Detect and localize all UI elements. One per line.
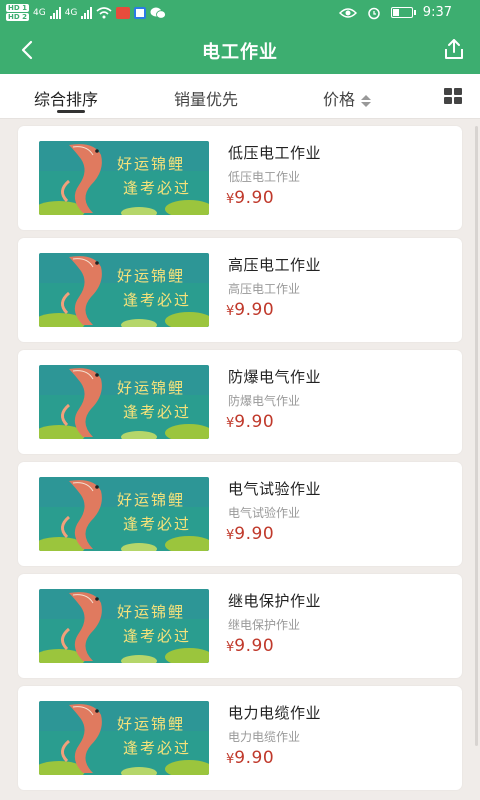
product-name: 继电保护作业 [228,592,322,610]
product-card-6[interactable]: 好运锦鲤 逢考必过 电力电缆作业 电力电缆作业 ¥9.90 [18,686,462,790]
svg-text:逢考必过: 逢考必过 [123,291,191,309]
share-button[interactable] [440,36,468,64]
app-notification-icon [116,6,131,19]
status-bar: HD 1 HD 2 4G 4G 9:37 [0,0,480,26]
svg-text:好运锦鲤: 好运锦鲤 [117,491,185,509]
svg-text:好运锦鲤: 好运锦鲤 [117,267,185,285]
share-icon [445,39,463,59]
grid-view-toggle[interactable] [444,88,462,104]
sim1-badge: HD 1 [6,4,29,12]
clock: 9:37 [422,5,452,20]
tab-price[interactable]: 价格 [323,86,372,110]
svg-text:逢考必过: 逢考必过 [123,515,191,533]
product-price: ¥9.90 [226,636,274,656]
grid-icon [444,88,452,95]
battery-icon [390,7,416,18]
product-subtitle: 高压电工作业 [228,282,301,296]
sim2-badge: HD 2 [6,13,29,21]
product-subtitle: 电气试验作业 [228,506,301,520]
product-name: 电气试验作业 [228,480,322,498]
product-subtitle: 继电保护作业 [228,618,301,632]
alarm-icon [368,7,380,19]
scrollbar[interactable] [475,126,478,746]
svg-text:逢考必过: 逢考必过 [123,627,191,645]
product-subtitle: 低压电工作业 [228,170,301,184]
net2-label: 4G [64,7,78,18]
product-subtitle: 电力电缆作业 [228,730,301,744]
product-price: ¥9.90 [226,300,274,320]
sort-filter-bar: 综合排序 销量优先 价格 [0,74,480,119]
price-value: 9.90 [234,748,275,768]
svg-text:好运锦鲤: 好运锦鲤 [117,603,185,621]
sim-indicators: HD 1 HD 2 [6,4,29,21]
product-name: 低压电工作业 [228,144,322,162]
eye-icon [338,7,357,18]
product-subtitle: 防爆电气作业 [228,394,301,408]
price-value: 9.90 [234,188,275,208]
status-right: 9:37 [338,5,452,20]
product-thumbnail: 好运锦鲤 逢考必过 [39,701,209,775]
net1-label: 4G [32,7,46,18]
product-price: ¥9.90 [226,748,274,768]
sort-arrows-icon [361,94,372,108]
svg-text:好运锦鲤: 好运锦鲤 [117,155,185,173]
product-thumbnail: 好运锦鲤 逢考必过 [39,253,209,327]
status-left: HD 1 HD 2 4G 4G [6,4,167,21]
price-value: 9.90 [234,524,275,544]
svg-text:逢考必过: 逢考必过 [123,739,191,757]
product-card-4[interactable]: 好运锦鲤 逢考必过 电气试验作业 电气试验作业 ¥9.90 [18,462,462,566]
product-thumbnail: 好运锦鲤 逢考必过 [39,141,209,215]
product-name: 高压电工作业 [228,256,322,274]
price-value: 9.90 [234,300,275,320]
product-name: 电力电缆作业 [228,704,322,722]
product-thumbnail: 好运锦鲤 逢考必过 [39,589,209,663]
product-thumbnail: 好运锦鲤 逢考必过 [39,477,209,551]
svg-text:好运锦鲤: 好运锦鲤 [117,379,185,397]
product-list: 好运锦鲤 逢考必过 低压电工作业 低压电工作业 ¥9.90 好运锦鲤 逢考必过 [18,126,462,798]
tab-comprehensive-sort[interactable]: 综合排序 [34,86,98,110]
product-name: 防爆电气作业 [228,368,322,386]
signal2-icon [81,6,93,19]
product-card-1[interactable]: 好运锦鲤 逢考必过 低压电工作业 低压电工作业 ¥9.90 [18,126,462,230]
product-price: ¥9.90 [226,524,274,544]
svg-text:好运锦鲤: 好运锦鲤 [117,715,185,733]
product-card-5[interactable]: 好运锦鲤 逢考必过 继电保护作业 继电保护作业 ¥9.90 [18,574,462,678]
svg-text:逢考必过: 逢考必过 [123,403,191,421]
wechat-icon [150,7,167,19]
product-card-2[interactable]: 好运锦鲤 逢考必过 高压电工作业 高压电工作业 ¥9.90 [18,238,462,342]
price-value: 9.90 [234,636,275,656]
svg-text:逢考必过: 逢考必过 [123,179,191,197]
signal1-icon [49,6,61,19]
wifi-icon [96,6,112,18]
product-price: ¥9.90 [226,188,274,208]
price-value: 9.90 [234,412,275,432]
app-bar: 电工作业 [0,26,480,74]
active-tab-indicator [57,110,85,113]
tab-sales-priority[interactable]: 销量优先 [174,86,238,110]
blue-app-icon [134,6,147,19]
page-title: 电工作业 [202,42,278,63]
product-card-3[interactable]: 好运锦鲤 逢考必过 防爆电气作业 防爆电气作业 ¥9.90 [18,350,462,454]
product-price: ¥9.90 [226,412,274,432]
tab-price-label: 价格 [323,90,356,109]
product-thumbnail: 好运锦鲤 逢考必过 [39,365,209,439]
